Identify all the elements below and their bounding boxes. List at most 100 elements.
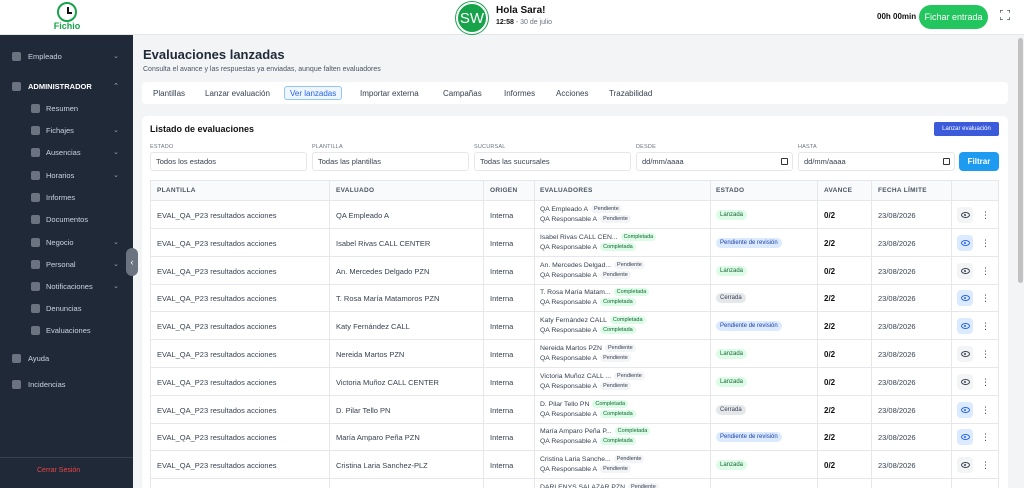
- sidebar-item-resumen[interactable]: Resumen: [0, 99, 133, 117]
- view-icon[interactable]: [957, 457, 973, 474]
- column-header-evaluado[interactable]: EVALUADO: [336, 187, 374, 194]
- sidebar-item-administrador[interactable]: ADMINISTRADOR ⌃: [0, 77, 133, 95]
- table-row[interactable]: EVAL_QA_P23 resultados acciones QA Emplea…: [151, 201, 998, 229]
- tab-trazabilidad[interactable]: Trazabilidad: [604, 86, 657, 100]
- view-icon[interactable]: [957, 207, 973, 223]
- eye-icon: [960, 267, 970, 274]
- sidebar-item-ausencias[interactable]: Ausencias ⌄: [0, 143, 133, 161]
- sidebar-item-incidencias[interactable]: Incidencias: [0, 375, 133, 393]
- more-options-icon[interactable]: ⋮: [981, 459, 990, 471]
- deadline-cell: 23/08/2026: [878, 238, 916, 248]
- estado-filter-select[interactable]: Todos los estados: [150, 152, 307, 171]
- hasta-date-placeholder: dd/mm/aaaa: [804, 157, 846, 166]
- view-icon[interactable]: [957, 234, 973, 251]
- sucursal-filter-select[interactable]: Todas las sucursales: [474, 152, 631, 171]
- more-options-icon[interactable]: ⋮: [981, 209, 990, 221]
- evaluator-1: Isabel Rivas CALL CEN... Completada: [540, 232, 657, 241]
- sidebar-item-evaluaciones[interactable]: Evaluaciones: [0, 321, 133, 339]
- avatar[interactable]: SW: [456, 2, 488, 34]
- tab-lanzar-evaluación[interactable]: Lanzar evaluación: [200, 86, 275, 100]
- view-icon[interactable]: [957, 262, 973, 279]
- status-badge: Lanzada: [716, 460, 748, 471]
- page-title: Evaluaciones lanzadas: [143, 47, 285, 62]
- tab-campañas[interactable]: Campañas: [438, 86, 487, 100]
- sidebar-item-fichajes[interactable]: Fichajes ⌄: [0, 121, 133, 139]
- sidebar-item-label: Horarios: [46, 170, 75, 180]
- collapse-sidebar-button[interactable]: ‹: [126, 248, 138, 276]
- more-options-icon[interactable]: ⋮: [981, 348, 990, 360]
- page-scrollbar-thumb[interactable]: [1018, 38, 1023, 283]
- plantilla-cell: EVAL_QA_P23 resultados acciones: [157, 405, 277, 415]
- sidebar-item-documentos[interactable]: Documentos: [0, 210, 133, 228]
- column-header-evaluadores[interactable]: EVALUADORES: [540, 187, 593, 194]
- sidebar-divider: [0, 457, 133, 458]
- sidebar-item-label: Resumen: [46, 103, 79, 113]
- status-badge: Cerrada: [716, 404, 746, 415]
- fichio-logo[interactable]: Fichio: [53, 2, 81, 31]
- column-header-origen[interactable]: ORIGEN: [490, 187, 517, 194]
- tab-plantillas[interactable]: Plantillas: [148, 86, 190, 100]
- sidebar-item-ayuda[interactable]: Ayuda: [0, 349, 133, 367]
- sidebar-item-empleado[interactable]: Empleado ⌄: [0, 47, 133, 65]
- tab-ver-lanzadas[interactable]: Ver lanzadas: [284, 86, 343, 100]
- plantilla-filter-select[interactable]: Todas las plantillas: [312, 152, 469, 171]
- table-row[interactable]: EVAL_QA_P23 resultados acciones Cristina …: [151, 451, 998, 480]
- more-options-icon[interactable]: ⋮: [981, 292, 990, 304]
- table-row[interactable]: EVAL_QA_P23 resultados acciones Nereida M…: [151, 340, 998, 368]
- sidebar-item-notificaciones[interactable]: Notificaciones ⌄: [0, 277, 133, 295]
- evaluado-cell: Katy Fernández CALL: [336, 322, 410, 332]
- view-icon[interactable]: [957, 429, 973, 446]
- more-options-icon[interactable]: ⋮: [981, 265, 990, 277]
- logout-button[interactable]: Cerrar Sesión: [37, 467, 80, 474]
- evaluator-name: D. Pilar Tello PN: [540, 400, 590, 408]
- sidebar-item-personal[interactable]: Personal ⌄: [0, 255, 133, 273]
- table-row[interactable]: DARLENYS SALAZAR PZN Pendiente: [151, 479, 998, 488]
- fullscreen-icon[interactable]: [1000, 10, 1010, 20]
- calendar-icon[interactable]: [781, 158, 788, 165]
- view-icon[interactable]: [957, 290, 973, 307]
- sidebar-item-informes[interactable]: Informes: [0, 188, 133, 206]
- table-row[interactable]: EVAL_QA_P23 resultados acciones Isabel Ri…: [151, 229, 998, 257]
- clock-in-button[interactable]: Fichar entrada: [919, 5, 988, 29]
- page-subtitle: Consulta el avance y las respuestas ya e…: [143, 66, 381, 73]
- tab-acciones[interactable]: Acciones: [551, 86, 593, 100]
- tab-importar-externa[interactable]: Importar externa: [355, 86, 424, 100]
- eye-icon: [960, 239, 970, 246]
- more-options-icon[interactable]: ⋮: [981, 237, 990, 249]
- hasta-date-input[interactable]: dd/mm/aaaa: [798, 152, 955, 171]
- evaluator-name: QA Responsable A: [540, 327, 598, 335]
- table-row[interactable]: EVAL_QA_P23 resultados acciones María Amp…: [151, 423, 998, 452]
- table-row[interactable]: EVAL_QA_P23 resultados acciones Katy Fern…: [151, 312, 998, 341]
- evaluator-1: Cristina Laria Sanche... Pendiente: [540, 455, 645, 464]
- desde-date-input[interactable]: dd/mm/aaaa: [636, 152, 793, 171]
- sidebar-item-denuncias[interactable]: Denuncias: [0, 299, 133, 317]
- table-row[interactable]: EVAL_QA_P23 resultados acciones Victoria …: [151, 368, 998, 396]
- column-header-avance[interactable]: AVANCE: [824, 187, 852, 194]
- more-options-icon[interactable]: ⋮: [981, 376, 990, 388]
- table-row[interactable]: EVAL_QA_P23 resultados acciones T. Rosa M…: [151, 284, 998, 313]
- evaluator-name: DARLENYS SALAZAR PZN: [540, 484, 625, 488]
- user-icon: [12, 51, 21, 61]
- table-row[interactable]: EVAL_QA_P23 resultados acciones D. Pilar …: [151, 396, 998, 424]
- sidebar-item-negocio[interactable]: Negocio ⌄: [0, 233, 133, 251]
- evaluator-name: QA Responsable A: [540, 382, 598, 390]
- origen-cell: Interna: [490, 377, 514, 387]
- view-icon[interactable]: [957, 346, 973, 362]
- filter-button[interactable]: Filtrar: [959, 152, 999, 171]
- eye-icon: [960, 462, 970, 469]
- view-icon[interactable]: [957, 318, 973, 335]
- launch-evaluation-button[interactable]: Lanzar evaluación: [934, 122, 999, 136]
- calendar-icon[interactable]: [943, 158, 950, 165]
- chevron-icon: ⌄: [113, 172, 119, 179]
- view-icon[interactable]: [957, 373, 973, 390]
- sidebar-item-horarios[interactable]: Horarios ⌄: [0, 166, 133, 184]
- column-header-estado[interactable]: ESTADO: [716, 187, 744, 194]
- column-header-plantilla[interactable]: PLANTILLA: [157, 187, 196, 194]
- table-row[interactable]: EVAL_QA_P23 resultados acciones An. Merce…: [151, 257, 998, 285]
- more-options-icon[interactable]: ⋮: [981, 404, 990, 416]
- more-options-icon[interactable]: ⋮: [981, 320, 990, 332]
- tab-informes[interactable]: Informes: [499, 86, 540, 100]
- more-options-icon[interactable]: ⋮: [981, 431, 990, 443]
- view-icon[interactable]: [957, 401, 973, 418]
- column-header-fecha-límite[interactable]: FECHA LÍMITE: [878, 187, 927, 194]
